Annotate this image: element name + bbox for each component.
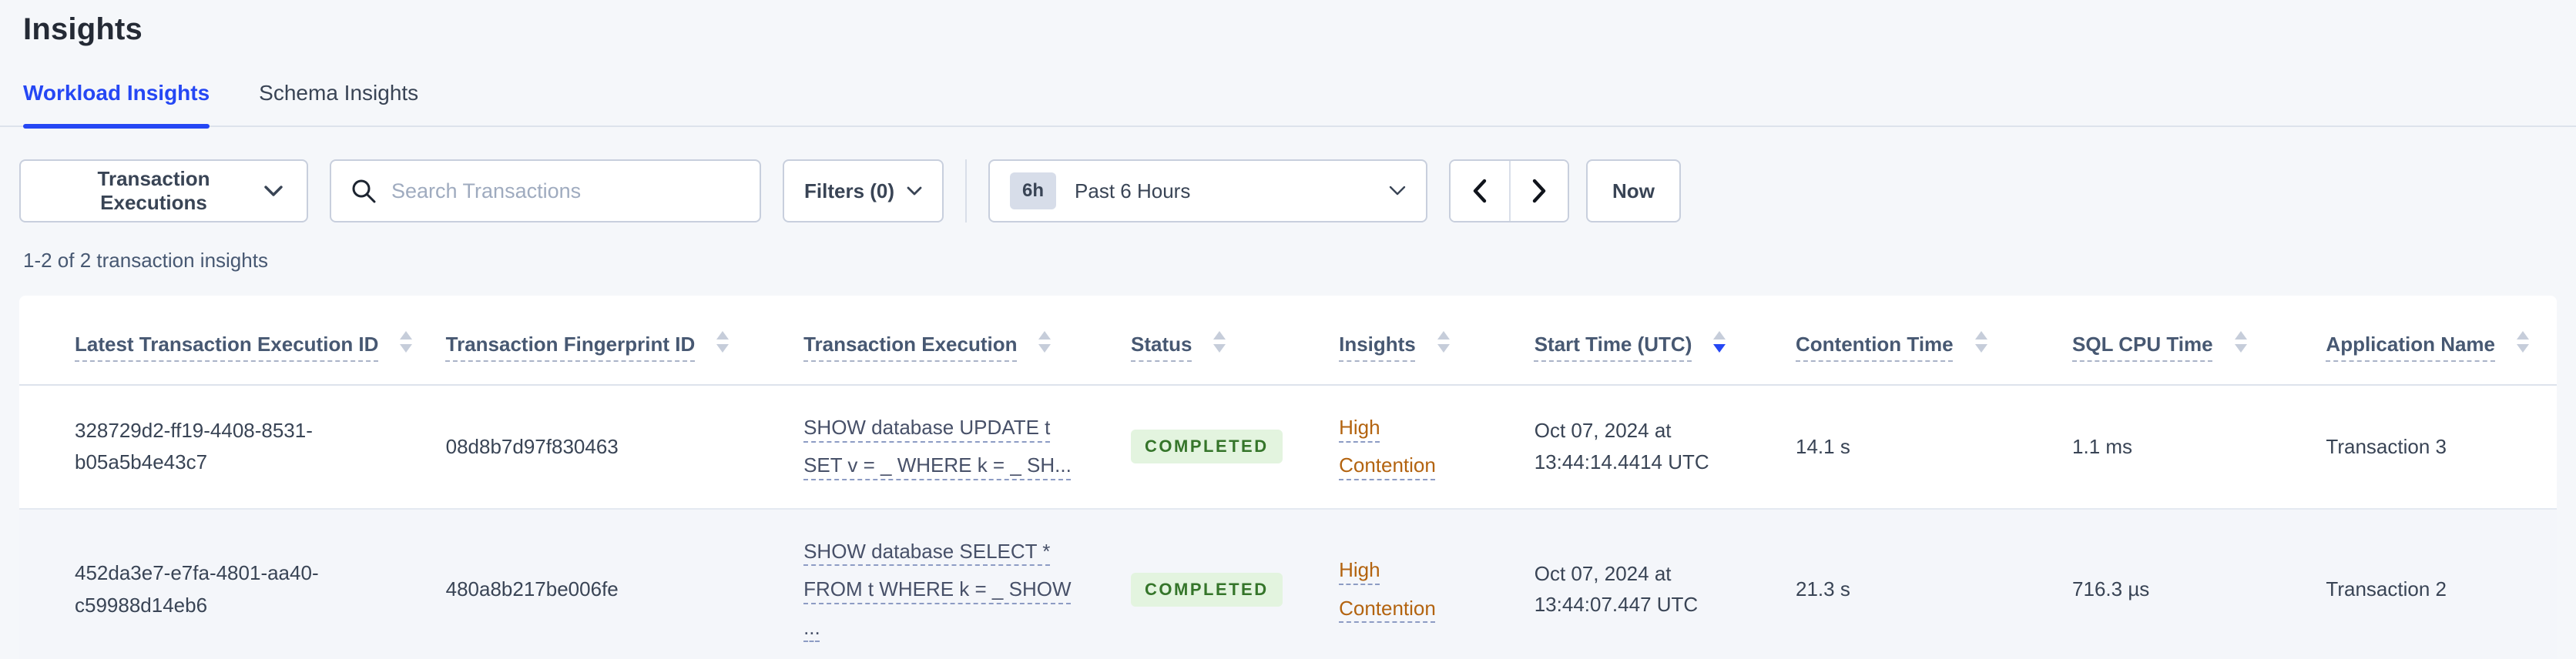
time-next-button[interactable]: [1509, 161, 1568, 221]
sort-icon[interactable]: [2233, 330, 2249, 354]
sort-icon[interactable]: [1037, 330, 1052, 354]
tab-schema-insights[interactable]: Schema Insights: [259, 81, 418, 125]
cell-fingerprint-id: 08d8b7d97f830463: [445, 434, 619, 458]
sort-icon[interactable]: [2515, 330, 2531, 354]
column-header-latest-transaction-execution-id[interactable]: Latest Transaction Execution ID: [19, 296, 431, 386]
table-header-row: Latest Transaction Execution ID Transact…: [19, 296, 2557, 386]
time-prev-button[interactable]: [1451, 161, 1510, 221]
chevron-right-icon: [1531, 179, 1547, 203]
toolbar: Transaction Executions Filters (0) 6h Pa…: [19, 159, 2557, 222]
execution-type-dropdown-label: Transaction Executions: [97, 167, 210, 214]
sort-icon[interactable]: [715, 330, 730, 354]
sort-icon[interactable]: [398, 330, 414, 354]
execution-type-dropdown[interactable]: Transaction Executions: [19, 159, 308, 222]
column-header-transaction-execution[interactable]: Transaction Execution: [788, 296, 1115, 386]
cell-start-time: Oct 07, 2024 at 13:44:14.4414 UTC: [1534, 419, 1709, 473]
search-icon: [350, 177, 377, 205]
table-row: 452da3e7-e7fa-4801-aa40-c59988d14eb6 480…: [19, 508, 2557, 659]
time-range-label: Past 6 Hours: [1075, 179, 1191, 202]
cell-contention-time: 14.1 s: [1796, 434, 1850, 458]
sort-icon-active-desc[interactable]: [1712, 330, 1727, 354]
transaction-statement-link[interactable]: SHOW database SELECT * FROM t WHERE k = …: [803, 533, 1106, 647]
tab-workload-insights-label: Workload Insights: [23, 81, 210, 105]
column-header-transaction-fingerprint-id[interactable]: Transaction Fingerprint ID: [430, 296, 789, 386]
cell-sql-cpu-time: 1.1 ms: [2072, 434, 2133, 458]
toolbar-divider: [965, 159, 968, 222]
column-header-start-time[interactable]: Start Time (UTC): [1518, 296, 1780, 386]
now-button[interactable]: Now: [1586, 159, 1681, 222]
tab-schema-insights-label: Schema Insights: [259, 81, 419, 105]
page-title: Insights: [23, 12, 143, 46]
sort-icon[interactable]: [1212, 330, 1227, 354]
sort-icon[interactable]: [1974, 330, 1989, 354]
time-range-dropdown[interactable]: 6h Past 6 Hours: [988, 159, 1428, 222]
column-header-contention-time[interactable]: Contention Time: [1780, 296, 2058, 386]
time-range-pager: [1449, 159, 1570, 222]
filters-button-label: Filters (0): [804, 179, 895, 202]
insights-table-card: Latest Transaction Execution ID Transact…: [19, 296, 2557, 659]
cell-execution-id: 452da3e7-e7fa-4801-aa40-c59988d14eb6: [75, 561, 319, 617]
chevron-down-icon: [1389, 186, 1406, 196]
chevron-down-icon: [263, 184, 283, 198]
time-range-badge: 6h: [1010, 172, 1057, 209]
insight-link-high-contention[interactable]: High Contention: [1339, 551, 1454, 627]
cell-start-time: Oct 07, 2024 at 13:44:07.447 UTC: [1534, 561, 1699, 617]
transaction-insights-table: Latest Transaction Execution ID Transact…: [19, 296, 2557, 659]
cell-contention-time: 21.3 s: [1796, 577, 1850, 601]
column-header-sql-cpu-time[interactable]: SQL CPU Time: [2057, 296, 2311, 386]
cell-sql-cpu-time: 716.3 µs: [2072, 577, 2150, 601]
chevron-left-icon: [1472, 179, 1488, 203]
cell-execution-id: 328729d2-ff19-4408-8531-b05a5b4e43c7: [75, 418, 313, 474]
transaction-statement-link[interactable]: SHOW database UPDATE t SET v = _ WHERE k…: [803, 409, 1106, 485]
insights-page: Insights Workload Insights Schema Insigh…: [0, 0, 2576, 659]
column-header-insights[interactable]: Insights: [1323, 296, 1519, 386]
sort-icon[interactable]: [1436, 330, 1451, 354]
cell-application-name: Transaction 3: [2326, 434, 2447, 458]
filters-button[interactable]: Filters (0): [783, 159, 944, 222]
tab-workload-insights[interactable]: Workload Insights: [23, 81, 210, 129]
cell-application-name: Transaction 2: [2326, 577, 2447, 601]
tabs-bar: Workload Insights Schema Insights: [0, 81, 2576, 129]
status-badge: COMPLETED: [1131, 572, 1283, 607]
status-badge: COMPLETED: [1131, 430, 1283, 464]
insight-link-high-contention[interactable]: High Contention: [1339, 409, 1454, 485]
cell-fingerprint-id: 480a8b217be006fe: [445, 577, 619, 601]
search-box: [330, 159, 761, 222]
table-row: 328729d2-ff19-4408-8531-b05a5b4e43c7 08d…: [19, 385, 2557, 509]
results-summary: 1-2 of 2 transaction insights: [23, 249, 268, 272]
search-input[interactable]: [391, 179, 741, 203]
column-header-status[interactable]: Status: [1115, 296, 1324, 386]
column-header-application-name[interactable]: Application Name: [2310, 296, 2557, 386]
chevron-down-icon: [907, 186, 922, 196]
